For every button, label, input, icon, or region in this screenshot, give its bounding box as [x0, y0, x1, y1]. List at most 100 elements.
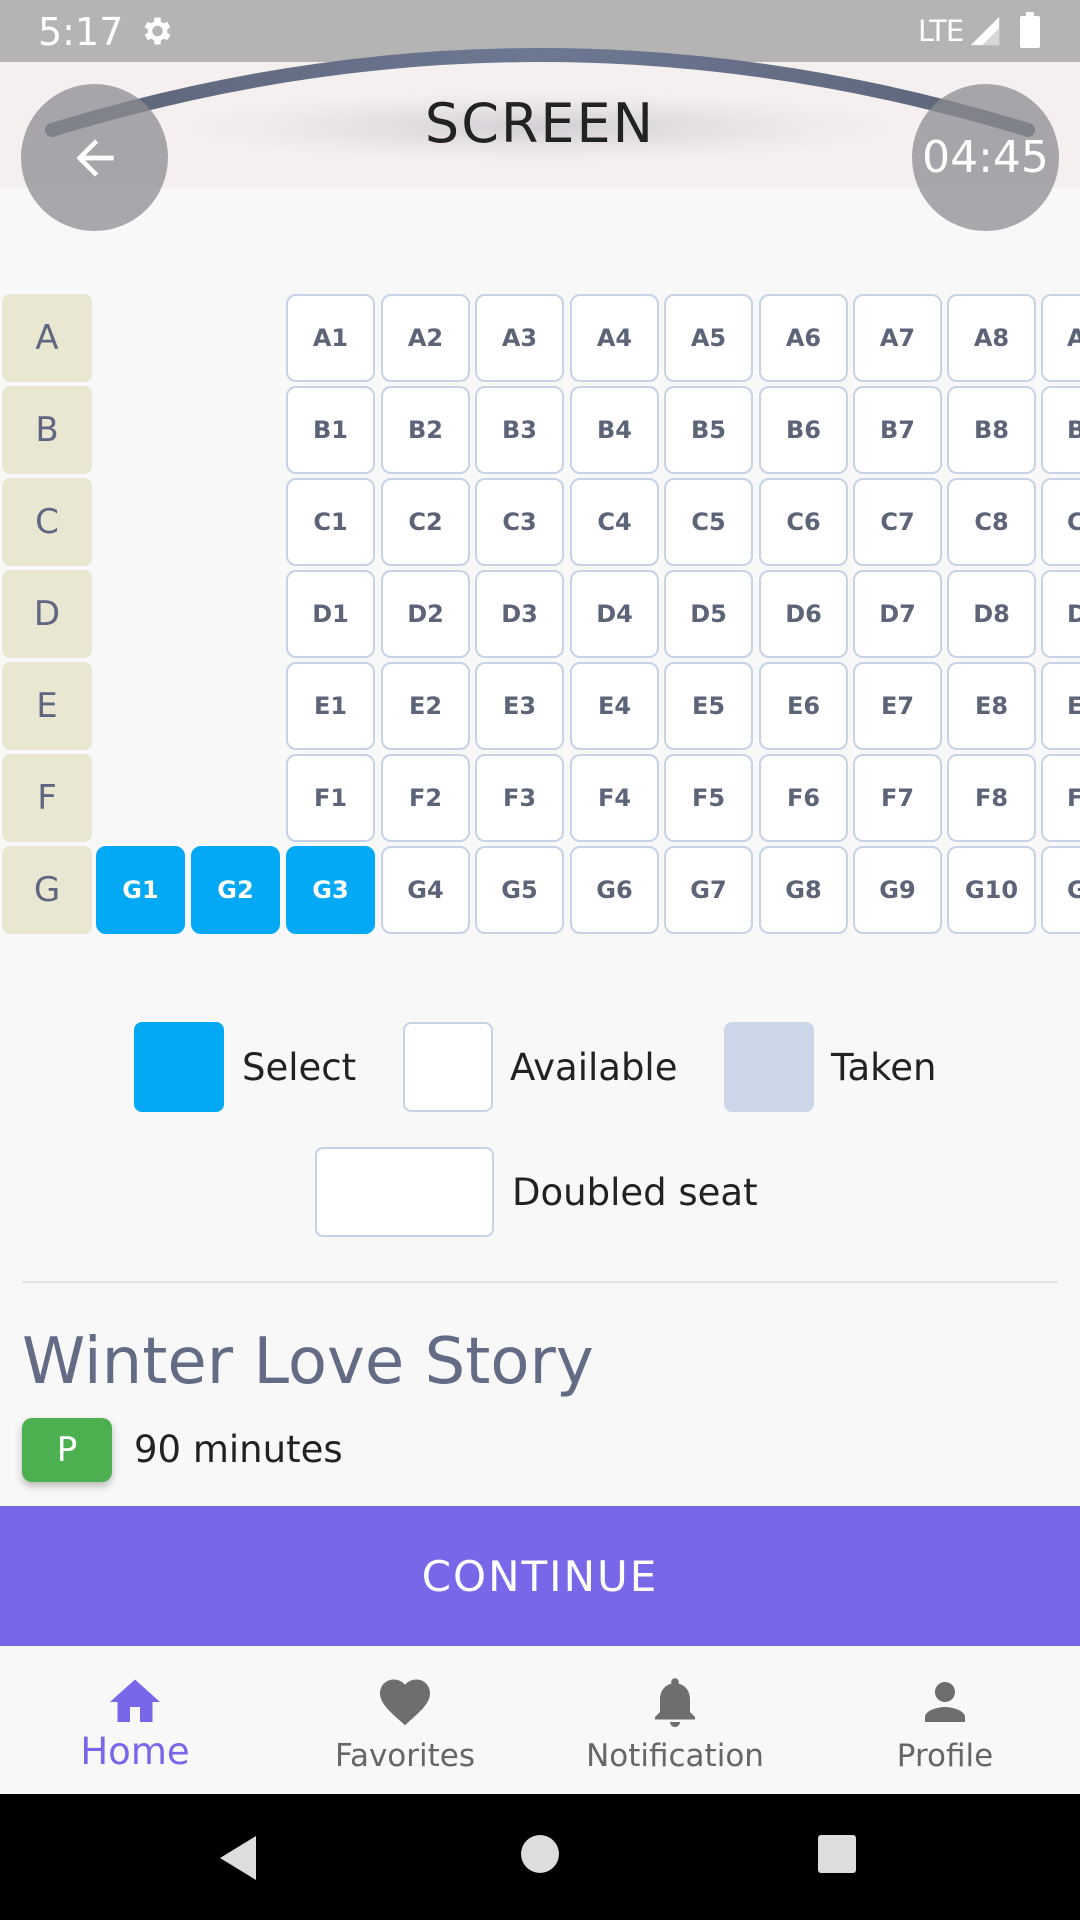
nav-favorites-label: Favorites	[334, 1738, 476, 1774]
seat-f9[interactable]: F9	[1041, 754, 1080, 842]
seat-g2[interactable]: G2	[191, 846, 280, 934]
seat-f8[interactable]: F8	[947, 754, 1036, 842]
system-back-icon[interactable]	[216, 1834, 260, 1882]
seat-c2[interactable]: C2	[381, 478, 470, 566]
seat-c6[interactable]: C6	[759, 478, 848, 566]
seat-g4[interactable]: G4	[381, 846, 470, 934]
legend-taken-label: Taken	[831, 1046, 937, 1089]
row-label-g: G	[2, 846, 92, 934]
seat-g3[interactable]: G3	[286, 846, 375, 934]
seat-c3[interactable]: C3	[475, 478, 564, 566]
seat-c4[interactable]: C4	[570, 478, 659, 566]
seat-b6[interactable]: B6	[759, 386, 848, 474]
movie-title: Winter Love Story	[22, 1325, 594, 1399]
seat-f4[interactable]: F4	[570, 754, 659, 842]
arrow-back-icon	[75, 138, 114, 177]
seat-e4[interactable]: E4	[570, 662, 659, 750]
seat-e5[interactable]: E5	[664, 662, 753, 750]
seat-b8[interactable]: B8	[947, 386, 1036, 474]
seat-e8[interactable]: E8	[947, 662, 1036, 750]
seat-d6[interactable]: D6	[759, 570, 848, 658]
system-navigation-bar	[0, 1794, 1080, 1920]
movie-duration: 90 minutes	[134, 1428, 343, 1471]
seat-g7[interactable]: G7	[664, 846, 753, 934]
seat-f6[interactable]: F6	[759, 754, 848, 842]
heart-icon	[380, 1679, 430, 1726]
seat-e3[interactable]: E3	[475, 662, 564, 750]
seat-a7[interactable]: A7	[853, 294, 942, 382]
seat-c1[interactable]: C1	[286, 478, 375, 566]
seat-f7[interactable]: F7	[853, 754, 942, 842]
seat-c9[interactable]: C9	[1041, 478, 1080, 566]
seat-d4[interactable]: D4	[570, 570, 659, 658]
row-label-f: F	[2, 754, 92, 842]
seat-a1[interactable]: A1	[286, 294, 375, 382]
bell-icon	[655, 1678, 695, 1727]
seat-b1[interactable]: B1	[286, 386, 375, 474]
seat-a8[interactable]: A8	[947, 294, 1036, 382]
seat-f3[interactable]: F3	[475, 754, 564, 842]
seat-b9[interactable]: B9	[1041, 386, 1080, 474]
legend-doubled-swatch	[315, 1147, 494, 1237]
seat-d8[interactable]: D8	[947, 570, 1036, 658]
seat-f5[interactable]: F5	[664, 754, 753, 842]
nav-favorites[interactable]: Favorites	[270, 1646, 540, 1794]
seat-b5[interactable]: B5	[664, 386, 753, 474]
seat-d9[interactable]: D9	[1041, 570, 1080, 658]
seat-c5[interactable]: C5	[664, 478, 753, 566]
seat-a3[interactable]: A3	[475, 294, 564, 382]
seat-e9[interactable]: E9	[1041, 662, 1080, 750]
seat-b3[interactable]: B3	[475, 386, 564, 474]
row-label-a: A	[2, 294, 92, 382]
row-label-e: E	[2, 662, 92, 750]
seat-e1[interactable]: E1	[286, 662, 375, 750]
nav-notification[interactable]: Notification	[540, 1646, 810, 1794]
seat-a2[interactable]: A2	[381, 294, 470, 382]
seat-g8[interactable]: G8	[759, 846, 848, 934]
seat-d5[interactable]: D5	[664, 570, 753, 658]
seat-b2[interactable]: B2	[381, 386, 470, 474]
back-button[interactable]	[21, 84, 168, 231]
seat-c7[interactable]: C7	[853, 478, 942, 566]
system-home-icon[interactable]	[520, 1834, 560, 1874]
nav-profile[interactable]: Profile	[810, 1646, 1080, 1794]
seat-g10[interactable]: G10	[947, 846, 1036, 934]
nav-home[interactable]: Home	[0, 1646, 270, 1794]
seat-a5[interactable]: A5	[664, 294, 753, 382]
row-label-d: D	[2, 570, 92, 658]
seat-b4[interactable]: B4	[570, 386, 659, 474]
row-label-c: C	[2, 478, 92, 566]
seat-c8[interactable]: C8	[947, 478, 1036, 566]
seat-f1[interactable]: F1	[286, 754, 375, 842]
nav-home-label: Home	[80, 1730, 190, 1773]
rating-badge: P	[22, 1418, 112, 1482]
divider	[22, 1281, 1058, 1283]
seat-e7[interactable]: E7	[853, 662, 942, 750]
seat-d2[interactable]: D2	[381, 570, 470, 658]
seat-g9[interactable]: G9	[853, 846, 942, 934]
legend-taken-swatch	[724, 1022, 814, 1112]
seat-a6[interactable]: A6	[759, 294, 848, 382]
seat-a4[interactable]: A4	[570, 294, 659, 382]
continue-button[interactable]: CONTINUE	[0, 1506, 1080, 1646]
seat-g11[interactable]: G11	[1041, 846, 1080, 934]
bottom-nav: Home Favorites Notification Profile	[0, 1646, 1080, 1794]
nav-notification-label: Notification	[586, 1738, 764, 1774]
nav-profile-label: Profile	[896, 1738, 994, 1774]
countdown-timer: 04:45	[912, 84, 1059, 231]
seat-f2[interactable]: F2	[381, 754, 470, 842]
seat-g5[interactable]: G5	[475, 846, 564, 934]
legend-doubled-label: Doubled seat	[512, 1171, 758, 1214]
seat-g1[interactable]: G1	[96, 846, 185, 934]
legend-available-swatch	[403, 1022, 493, 1112]
seat-d1[interactable]: D1	[286, 570, 375, 658]
system-recents-icon[interactable]	[817, 1834, 857, 1874]
seat-e2[interactable]: E2	[381, 662, 470, 750]
seat-e6[interactable]: E6	[759, 662, 848, 750]
seat-d3[interactable]: D3	[475, 570, 564, 658]
legend-select-swatch	[134, 1022, 224, 1112]
seat-b7[interactable]: B7	[853, 386, 942, 474]
seat-d7[interactable]: D7	[853, 570, 942, 658]
seat-a9[interactable]: A9	[1041, 294, 1080, 382]
seat-g6[interactable]: G6	[570, 846, 659, 934]
